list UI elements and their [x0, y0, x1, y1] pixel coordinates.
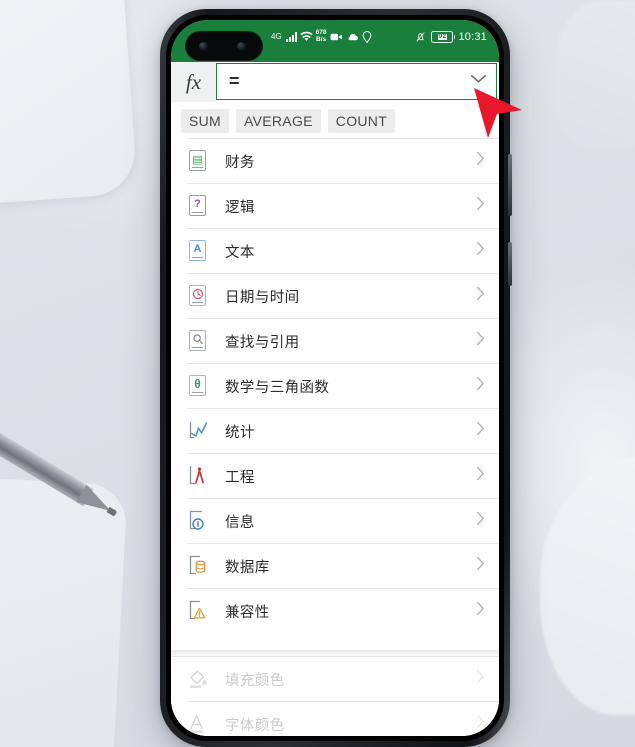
- quick-function-sum[interactable]: SUM: [181, 109, 230, 133]
- wifi-icon: [300, 31, 313, 41]
- database-icon: [187, 554, 209, 578]
- list-item-label: 数学与三角函数: [225, 379, 330, 396]
- chevron-right-icon: [476, 331, 485, 351]
- chevron-right-icon: [476, 196, 485, 216]
- quick-function-average[interactable]: AVERAGE: [236, 109, 321, 133]
- list-item-statistics[interactable]: 统计: [171, 409, 499, 453]
- video-icon: [330, 33, 342, 40]
- quick-function-bar: SUM AVERAGE COUNT: [171, 104, 499, 138]
- power-button[interactable]: [508, 242, 512, 286]
- volume-button[interactable]: [508, 154, 512, 216]
- camera-lens-right: [237, 42, 246, 51]
- list-item-label: 日期与时间: [225, 289, 300, 306]
- phone-device: 4G 678 B/s 92 10:31 fx = SUM AVERAGE COU…: [160, 9, 512, 747]
- clock-time: 10:31: [458, 31, 487, 43]
- information-icon: [187, 509, 209, 533]
- formula-bar: fx =: [171, 62, 499, 102]
- network-type-label: 4G: [271, 31, 282, 41]
- battery-level: 92: [437, 32, 448, 41]
- list-item-label: 逻辑: [225, 199, 255, 216]
- phone-bezel: 4G 678 B/s 92 10:31 fx = SUM AVERAGE COU…: [166, 15, 504, 741]
- compatibility-icon: [187, 599, 209, 623]
- punch-hole-camera: [185, 31, 263, 61]
- chevron-right-icon: [476, 556, 485, 576]
- formula-input-wrap[interactable]: =: [216, 63, 497, 100]
- list-item-label: 文本: [225, 244, 255, 261]
- list-item-engineering[interactable]: 工程: [171, 454, 499, 498]
- object-top-right: [556, 0, 635, 150]
- font-color-icon: [187, 712, 209, 736]
- list-item-compatibility[interactable]: 兼容性: [171, 589, 499, 633]
- chevron-right-icon: [476, 601, 485, 621]
- list-item-text[interactable]: A 文本: [171, 229, 499, 273]
- status-left-icons: 4G 678 B/s: [271, 29, 372, 43]
- paper-top-left: [0, 0, 138, 207]
- list-item-font-color[interactable]: 字体颜色: [171, 702, 499, 736]
- chevron-right-icon: [476, 466, 485, 486]
- fx-icon: fx: [171, 62, 216, 102]
- text-icon: A: [187, 239, 209, 263]
- list-item-label: 工程: [225, 469, 255, 486]
- signal-bars-icon: [285, 31, 297, 42]
- fill-color-icon: [187, 667, 209, 691]
- camera-lens-left: [199, 42, 208, 51]
- list-item-database[interactable]: 数据库: [171, 544, 499, 588]
- cursor-arrow-icon: [474, 88, 522, 138]
- status-right-icons: 92 10:31: [415, 31, 487, 43]
- date-time-icon: [187, 284, 209, 308]
- engineering-icon: [187, 464, 209, 488]
- quick-function-count[interactable]: COUNT: [327, 109, 396, 133]
- chevron-right-icon: [476, 511, 485, 531]
- list-item-date-time[interactable]: 日期与时间: [171, 274, 499, 318]
- list-item-label: 兼容性: [225, 604, 270, 621]
- list-item-math-trig[interactable]: θ 数学与三角函数: [171, 364, 499, 408]
- phone-screen: 4G 678 B/s 92 10:31 fx = SUM AVERAGE COU…: [171, 20, 499, 736]
- silent-bell-icon: [416, 32, 426, 42]
- list-item-lookup-reference[interactable]: 查找与引用: [171, 319, 499, 363]
- lookup-reference-icon: [187, 329, 209, 353]
- chevron-right-icon: [476, 151, 485, 171]
- chevron-right-icon: [476, 286, 485, 306]
- finance-icon: ▤: [187, 149, 209, 173]
- list-item-label: 查找与引用: [225, 334, 300, 351]
- status-bar: 4G 678 B/s 92 10:31: [171, 20, 499, 62]
- list-item-label: 统计: [225, 424, 255, 441]
- chevron-right-icon: [476, 669, 485, 689]
- list-item-label: 数据库: [225, 559, 270, 576]
- net-speed-icon: 678 B/s: [316, 29, 327, 43]
- list-item-label: 信息: [225, 514, 255, 531]
- equals-sign: =: [229, 71, 240, 91]
- list-item-logic[interactable]: ? 逻辑: [171, 184, 499, 228]
- screenshot-scene: 4G 678 B/s 92 10:31 fx = SUM AVERAGE COU…: [0, 0, 635, 747]
- function-category-list[interactable]: ▤ 财务 ? 逻辑 A 文本 日期与时间 查找与引用 θ 数学与三角函数 统计 …: [171, 138, 499, 736]
- list-item-label: 字体颜色: [225, 717, 285, 734]
- list-item-finance[interactable]: ▤ 财务: [171, 139, 499, 183]
- battery-icon: 92: [431, 31, 456, 43]
- net-speed-unit: B/s: [316, 35, 327, 43]
- logic-icon: ?: [187, 194, 209, 218]
- chevron-right-icon: [476, 421, 485, 441]
- math-trig-icon: θ: [187, 374, 209, 398]
- chevron-right-icon: [476, 376, 485, 396]
- chevron-right-icon: [476, 714, 485, 734]
- statistics-icon: [187, 419, 209, 443]
- chevron-right-icon: [476, 241, 485, 261]
- list-item-information[interactable]: 信息: [171, 499, 499, 543]
- dimmed-toolbar-section: 填充颜色 字体颜色: [171, 656, 499, 736]
- cloud-icon: [348, 33, 358, 40]
- list-item-fill-color[interactable]: 填充颜色: [171, 657, 499, 701]
- list-item-label: 填充颜色: [225, 672, 285, 689]
- location-icon: [362, 30, 371, 43]
- list-item-label: 财务: [225, 154, 255, 171]
